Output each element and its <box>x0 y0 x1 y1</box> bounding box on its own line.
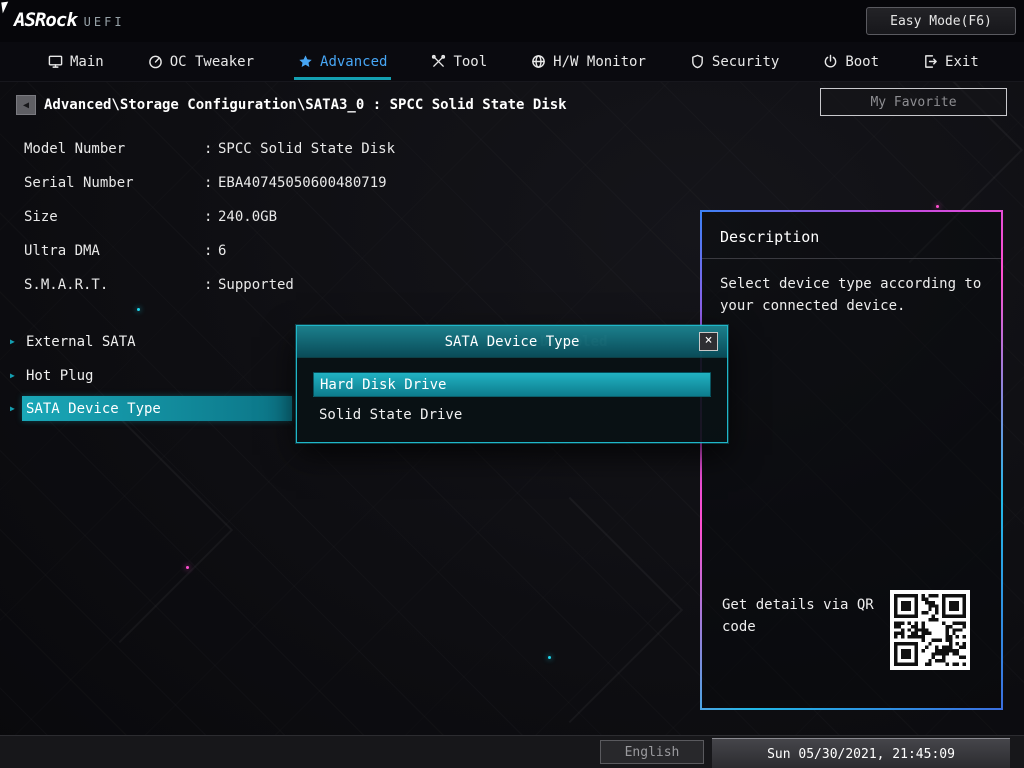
info-value: 6 <box>218 243 227 259</box>
dialog-header: SATA Device Type × <box>297 326 727 358</box>
setting-label: SATA Device Type <box>26 400 161 417</box>
item-marker-icon: ▶ <box>10 337 15 346</box>
breadcrumb: Advanced\Storage Configuration\SATA3_0 :… <box>44 97 567 113</box>
bg-chevron <box>6 416 234 644</box>
tab-hw-monitor[interactable]: H/W Monitor <box>531 42 646 82</box>
info-colon: : <box>204 243 213 259</box>
info-row: Ultra DMA : 6 <box>24 234 584 268</box>
dialog-body: Hard Disk Drive Solid State Drive <box>297 358 727 427</box>
info-value: EBA40745050600480719 <box>218 175 387 191</box>
info-label: S.M.A.R.T. <box>24 277 109 293</box>
setting-label: External SATA <box>26 333 136 350</box>
info-row: Serial Number : EBA40745050600480719 <box>24 166 584 200</box>
setting-label: Hot Plug <box>26 367 94 384</box>
asrock-logo: ASRock UEFI <box>14 9 125 31</box>
tab-tool[interactable]: Tool <box>431 42 487 82</box>
shield-icon <box>692 54 703 69</box>
tab-label: Advanced <box>320 53 388 70</box>
glow-dot <box>936 205 939 208</box>
info-label: Serial Number <box>24 175 134 191</box>
exit-icon <box>925 55 937 68</box>
top-bar: ASRock UEFI Easy Mode(F6) <box>0 0 1024 42</box>
gauge-icon <box>148 55 162 69</box>
easy-mode-button[interactable]: Easy Mode(F6) <box>866 7 1016 35</box>
tab-label: Main <box>70 53 104 70</box>
info-colon: : <box>204 141 213 157</box>
info-row: S.M.A.R.T. : Supported <box>24 268 584 302</box>
device-info: Model Number : SPCC Solid State Disk Ser… <box>24 132 584 302</box>
star-icon <box>299 55 312 67</box>
glow-dot <box>548 656 551 659</box>
description-title: Description <box>720 228 820 246</box>
globe-icon <box>532 55 545 68</box>
option-solid-state-drive[interactable]: Solid State Drive <box>313 402 711 427</box>
setting-hot-plug[interactable]: ▶ Hot Plug <box>0 363 290 388</box>
description-panel: Description Select device type according… <box>700 210 1003 710</box>
tab-boot[interactable]: Boot <box>823 42 879 82</box>
tab-exit[interactable]: Exit <box>923 42 979 82</box>
qr-caption: Get details via QR code <box>722 597 874 635</box>
tab-label: Security <box>711 53 780 70</box>
option-hard-disk-drive[interactable]: Hard Disk Drive <box>313 372 711 397</box>
info-row: Model Number : SPCC Solid State Disk <box>24 132 584 166</box>
nav-bar: Main OC Tweaker Advanced Tool H/W Monito… <box>0 42 1024 82</box>
tab-label: Tool <box>453 53 488 70</box>
description-body: Select device type according to your con… <box>720 276 982 314</box>
back-arrow-icon: ◀ <box>22 99 30 111</box>
tab-label: H/W Monitor <box>553 53 646 70</box>
info-colon: : <box>204 209 213 225</box>
info-label: Size <box>24 209 58 225</box>
item-marker-icon: ▶ <box>10 371 15 380</box>
glow-dot <box>186 566 189 569</box>
mouse-cursor-icon <box>1 1 10 14</box>
back-button[interactable]: ◀ <box>16 95 36 115</box>
tab-label: OC Tweaker <box>169 53 255 70</box>
bg-chevron <box>456 496 684 724</box>
separator <box>702 258 1001 259</box>
info-label: Ultra DMA <box>24 243 100 259</box>
datetime-display: Sun 05/30/2021, 21:45:09 <box>712 738 1010 768</box>
monitor-icon <box>48 55 63 68</box>
sata-device-type-dialog: SATA Device Type × Hard Disk Drive Solid… <box>296 325 728 443</box>
info-value: SPCC Solid State Disk <box>218 141 396 157</box>
tab-security[interactable]: Security <box>690 42 779 82</box>
my-favorite-button[interactable]: My Favorite <box>820 88 1007 116</box>
dialog-title: SATA Device Type <box>444 333 580 350</box>
info-value: Supported <box>218 277 294 293</box>
info-row: Size : 240.0GB <box>24 200 584 234</box>
close-button[interactable]: × <box>699 332 718 351</box>
logo-uefi-text: UEFI <box>83 15 125 29</box>
tools-icon <box>432 54 446 67</box>
setting-sata-device-type[interactable]: ▶ SATA Device Type <box>0 396 292 421</box>
qr-code <box>890 590 970 670</box>
tab-oc-tweaker[interactable]: OC Tweaker <box>148 42 254 82</box>
close-icon: × <box>704 333 713 348</box>
tab-label: Exit <box>945 53 979 70</box>
info-label: Model Number <box>24 141 126 157</box>
language-button[interactable]: English <box>600 740 704 764</box>
glow-dot <box>137 308 140 311</box>
logo-brand-text: ASRock <box>14 9 78 31</box>
active-tab-underline <box>294 76 392 80</box>
status-bar: English Sun 05/30/2021, 21:45:09 <box>0 735 1024 768</box>
info-colon: : <box>204 175 213 191</box>
tab-advanced[interactable]: Advanced <box>294 42 392 82</box>
uefi-screen: ASRock UEFI Easy Mode(F6) Main OC Tweake… <box>0 0 1024 768</box>
info-value: 240.0GB <box>218 209 278 225</box>
item-marker-icon: ▶ <box>10 404 15 413</box>
power-icon <box>824 54 837 68</box>
tab-main[interactable]: Main <box>48 42 104 82</box>
info-colon: : <box>204 277 213 293</box>
tab-label: Boot <box>845 53 880 70</box>
